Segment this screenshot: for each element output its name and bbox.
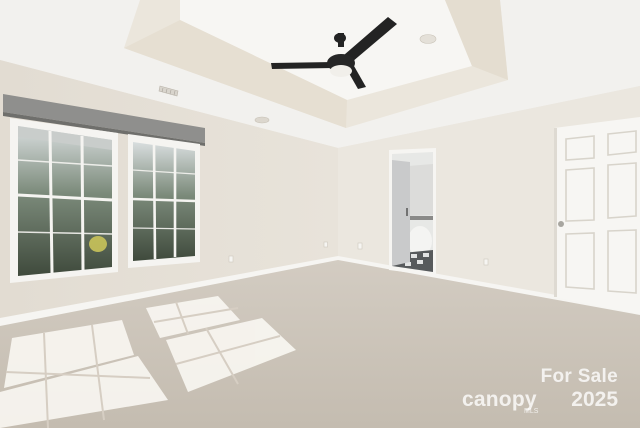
door-knob-icon[interactable] [558,221,564,227]
window-right[interactable] [128,134,200,268]
bedroom-scene [0,0,640,428]
bathroom-doorway[interactable] [389,148,436,276]
bedroom-door[interactable] [554,117,640,314]
window-left[interactable] [10,118,118,283]
